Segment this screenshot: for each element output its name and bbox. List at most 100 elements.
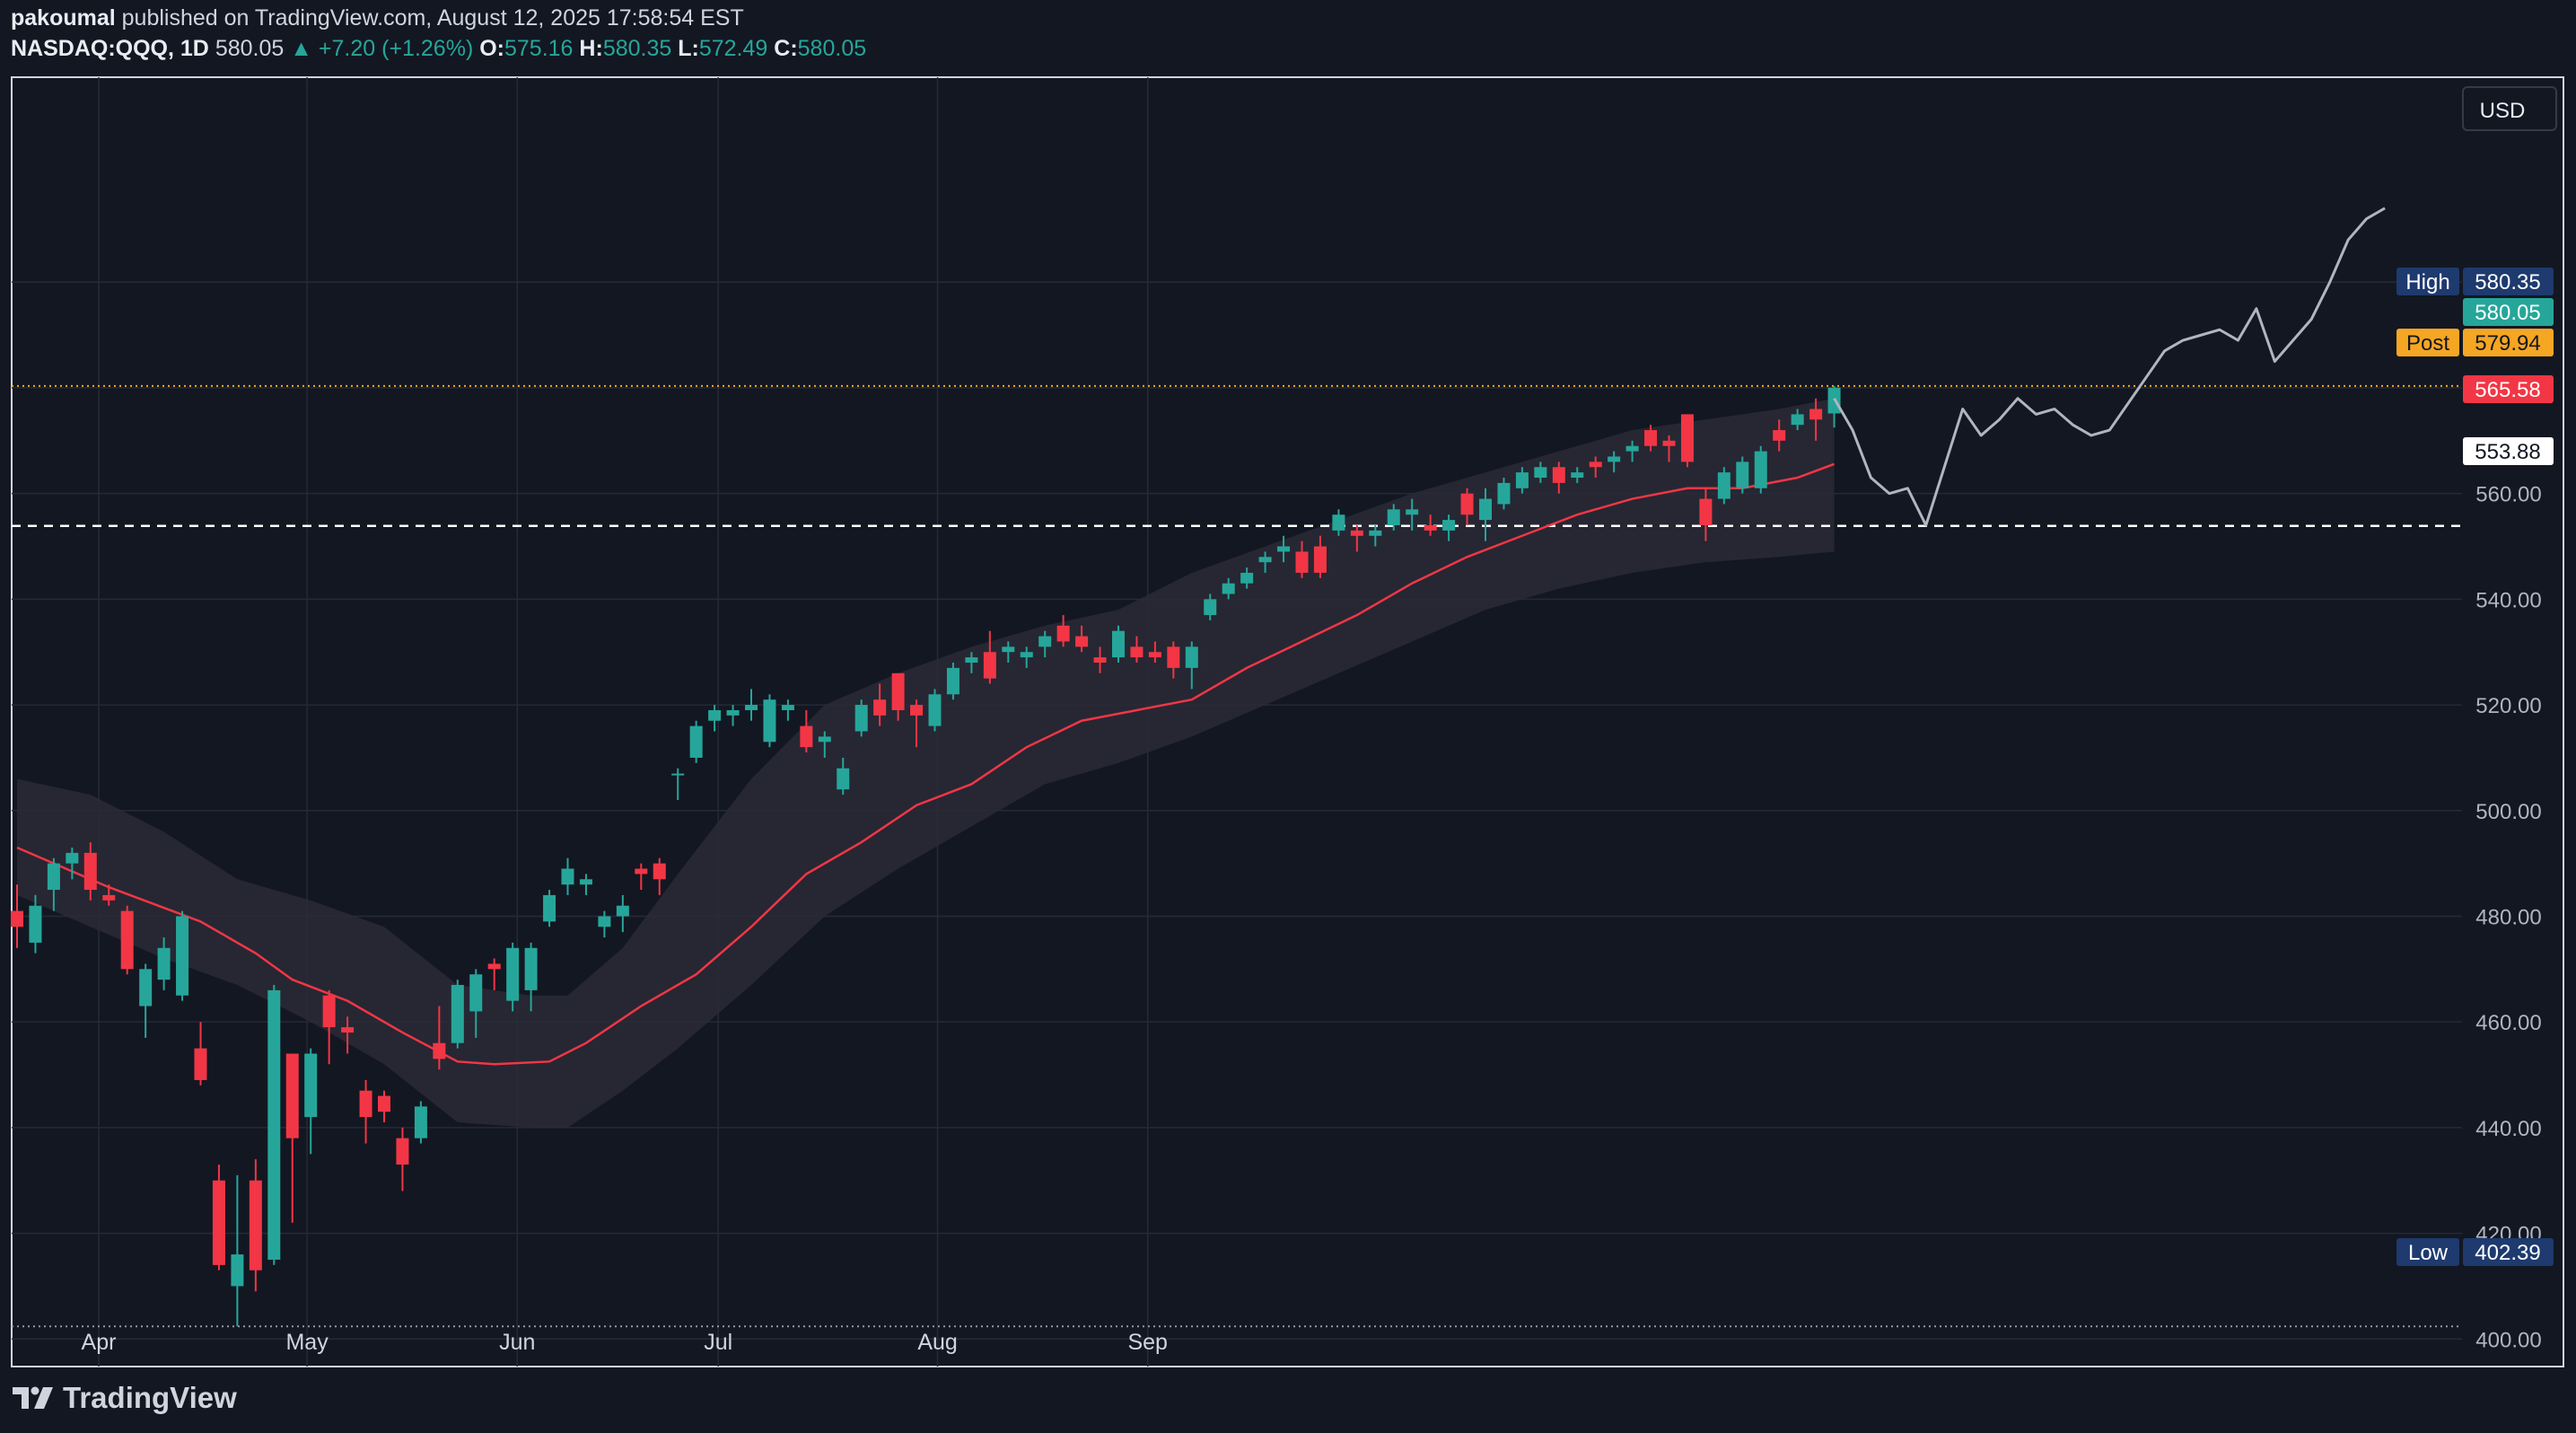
candle-up	[176, 916, 189, 996]
candle-down	[1773, 430, 1786, 441]
candle-up	[1002, 646, 1015, 653]
candle-down	[1552, 467, 1565, 483]
candle-down	[341, 1027, 355, 1033]
candle-up	[689, 725, 703, 758]
y-tick-label: 440.00	[2475, 1117, 2541, 1141]
tradingview-brand[interactable]: TradingView	[11, 1381, 237, 1415]
candle-down	[1680, 414, 1694, 462]
candle-down	[322, 995, 336, 1028]
candle-up	[47, 863, 60, 891]
candle-up	[1791, 414, 1804, 426]
candle-up	[1020, 652, 1033, 658]
candle-down	[487, 963, 501, 970]
currency-label: USD	[2480, 99, 2526, 123]
candle-up	[414, 1106, 427, 1138]
candle-up	[745, 705, 758, 710]
candle-down	[11, 910, 23, 927]
candle-up	[1369, 530, 1382, 536]
candle-down	[1075, 636, 1089, 647]
y-tick-label: 500.00	[2475, 800, 2541, 824]
y-tick-label: 400.00	[2475, 1328, 2541, 1352]
candle-down	[1460, 493, 1474, 515]
candle-up	[157, 947, 171, 980]
price-marker-value: 580.05	[2475, 301, 2540, 325]
y-tick-label: 540.00	[2475, 588, 2541, 612]
candle-up	[304, 1053, 318, 1118]
candle-up	[818, 736, 831, 743]
candle-down	[396, 1138, 409, 1165]
candle-down	[1589, 462, 1602, 468]
candle-down	[194, 1048, 207, 1080]
candle-up	[451, 984, 464, 1043]
candle-up	[1479, 498, 1492, 521]
y-tick-label: 560.00	[2475, 483, 2541, 507]
candle-down	[212, 1180, 225, 1265]
candle-up	[1406, 509, 1419, 515]
candle-up	[1625, 445, 1639, 452]
pane-border	[11, 76, 2564, 1367]
candle-down	[873, 699, 887, 716]
candle-down	[102, 894, 116, 901]
candle-up	[1736, 462, 1749, 488]
candle-up	[561, 868, 574, 885]
candle-up	[1222, 583, 1235, 594]
candle-up	[1497, 482, 1511, 505]
candle-up	[1754, 451, 1767, 488]
price-marker-value: 402.39	[2475, 1241, 2540, 1265]
candle-up	[1608, 456, 1621, 462]
x-tick-label: Jun	[499, 1330, 535, 1355]
candle-up	[671, 773, 685, 776]
candle-down	[653, 863, 666, 880]
candle-up	[598, 916, 611, 927]
candle-up	[1515, 472, 1529, 488]
price-chart[interactable]: 400.00420.00440.00460.00480.00500.00520.…	[0, 0, 2576, 1433]
price-marker-label: Low	[2408, 1241, 2449, 1265]
candle-down	[1056, 625, 1070, 642]
candle-down	[910, 705, 924, 716]
candle-up	[726, 709, 740, 716]
candle-up	[928, 694, 942, 726]
candle-up	[946, 667, 959, 695]
candle-down	[1295, 551, 1309, 573]
candle-up	[1112, 630, 1125, 658]
candle-down	[1130, 646, 1143, 658]
candle-down	[1644, 430, 1658, 446]
candle-down	[1093, 657, 1107, 663]
candle-up	[1332, 514, 1345, 531]
candle-down	[891, 673, 905, 710]
price-marker-value: 580.35	[2475, 270, 2540, 295]
candle-up	[1240, 572, 1254, 584]
candle-down	[1424, 524, 1437, 531]
candle-up	[1204, 599, 1217, 616]
candle-up	[543, 894, 556, 922]
price-marker-label: Post	[2406, 331, 2449, 356]
y-tick-label: 520.00	[2475, 694, 2541, 718]
candle-up	[1258, 557, 1272, 563]
envelope-band	[17, 398, 1835, 1128]
x-tick-label: Sep	[1127, 1330, 1167, 1355]
candle-down	[800, 725, 813, 748]
candle-up	[267, 989, 281, 1260]
candle-down	[359, 1090, 372, 1118]
tradingview-logo-icon	[13, 1386, 53, 1409]
candle-up	[524, 947, 538, 990]
candle-down	[1167, 646, 1180, 668]
price-marker-value: 553.88	[2475, 440, 2540, 464]
candle-down	[1313, 546, 1327, 573]
candle-up	[1038, 636, 1052, 647]
candle-up	[1534, 467, 1547, 479]
candle-up	[854, 705, 868, 732]
candle-down	[83, 852, 97, 891]
candle-down	[378, 1095, 390, 1112]
x-tick-label: Aug	[917, 1330, 957, 1355]
candle-up	[1387, 509, 1400, 525]
candle-down	[1350, 530, 1363, 536]
price-marker-value: 565.58	[2475, 378, 2540, 402]
candle-up	[1571, 472, 1584, 479]
candle-down	[983, 652, 996, 679]
candle-up	[579, 879, 592, 885]
y-tick-label: 460.00	[2475, 1011, 2541, 1035]
candle-down	[1699, 498, 1713, 525]
candle-up	[506, 947, 520, 1001]
candle-up	[139, 969, 153, 1007]
